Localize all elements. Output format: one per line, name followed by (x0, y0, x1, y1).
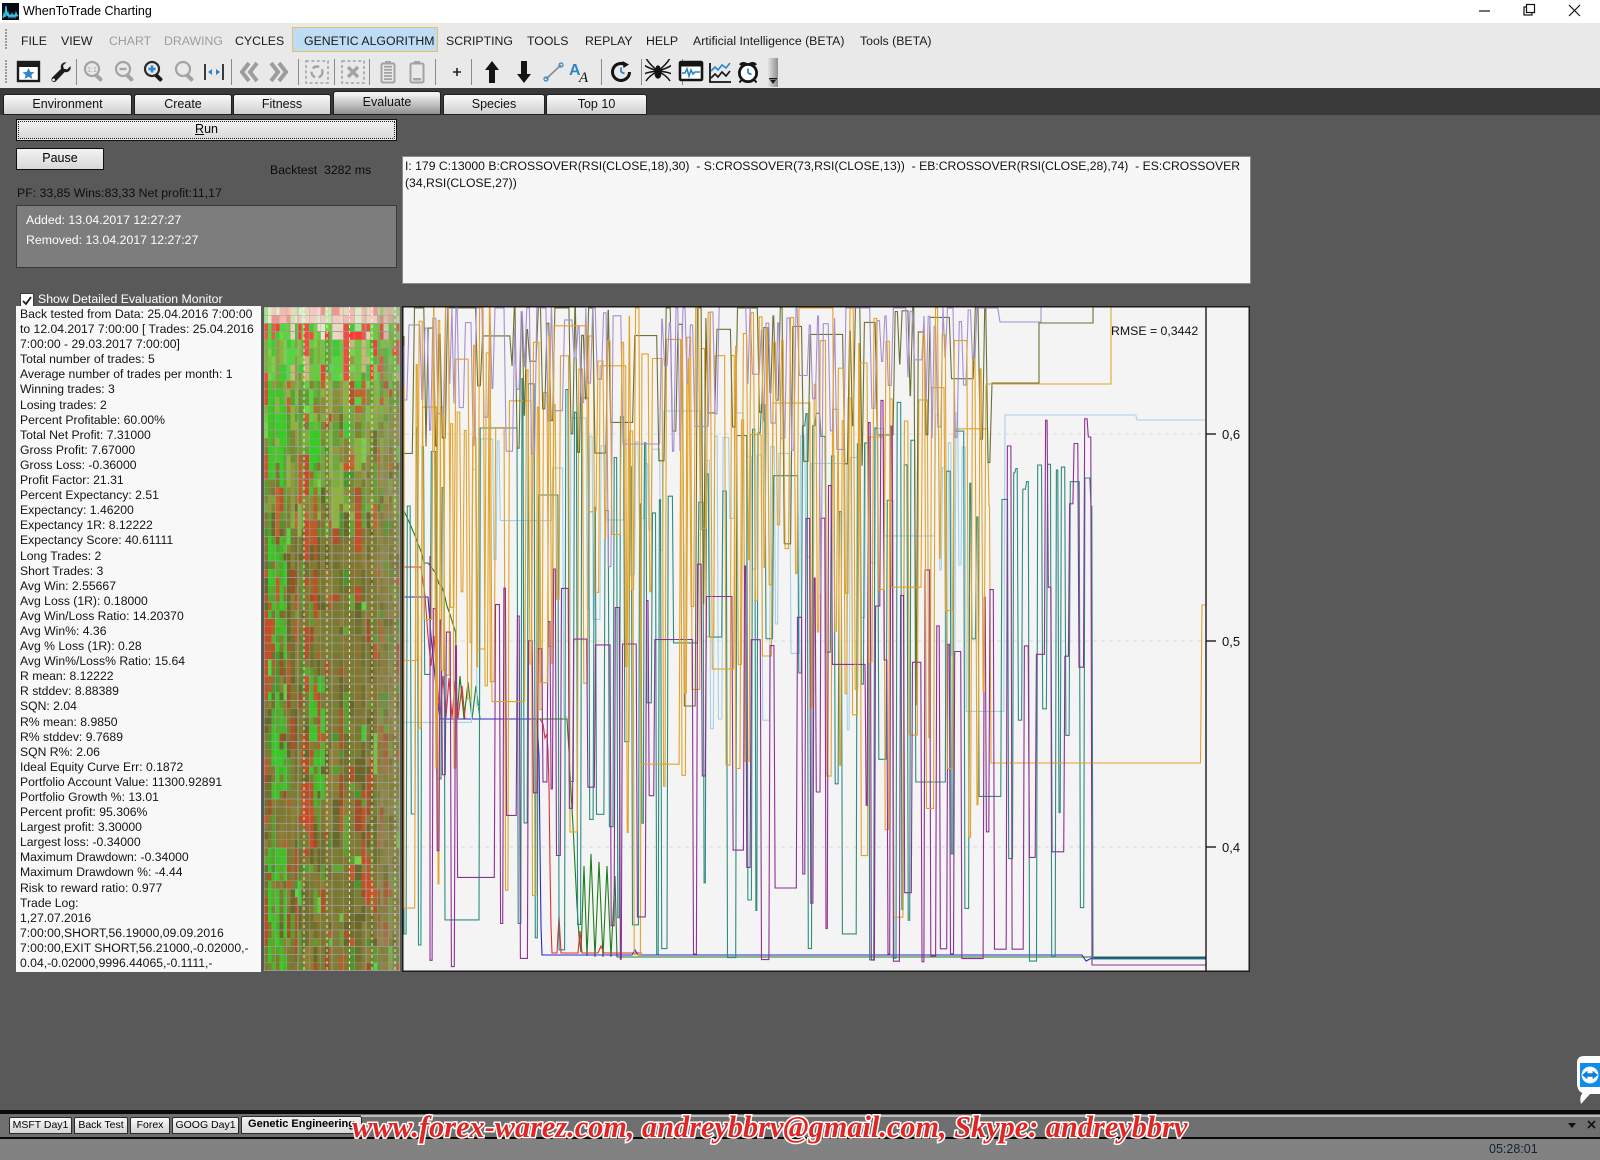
svg-text:RMSE = 0,3442: RMSE = 0,3442 (1111, 324, 1198, 338)
svg-text:0,6: 0,6 (1222, 427, 1240, 442)
svg-text:www.forex-warez.com, andreybbr: www.forex-warez.com, andreybbrv@gmail.co… (352, 1110, 1188, 1144)
svg-text:0,5: 0,5 (1222, 634, 1240, 649)
svg-text:A: A (578, 70, 589, 85)
svg-text:0,4: 0,4 (1222, 840, 1240, 855)
svg-text:1:1: 1:1 (87, 67, 97, 74)
